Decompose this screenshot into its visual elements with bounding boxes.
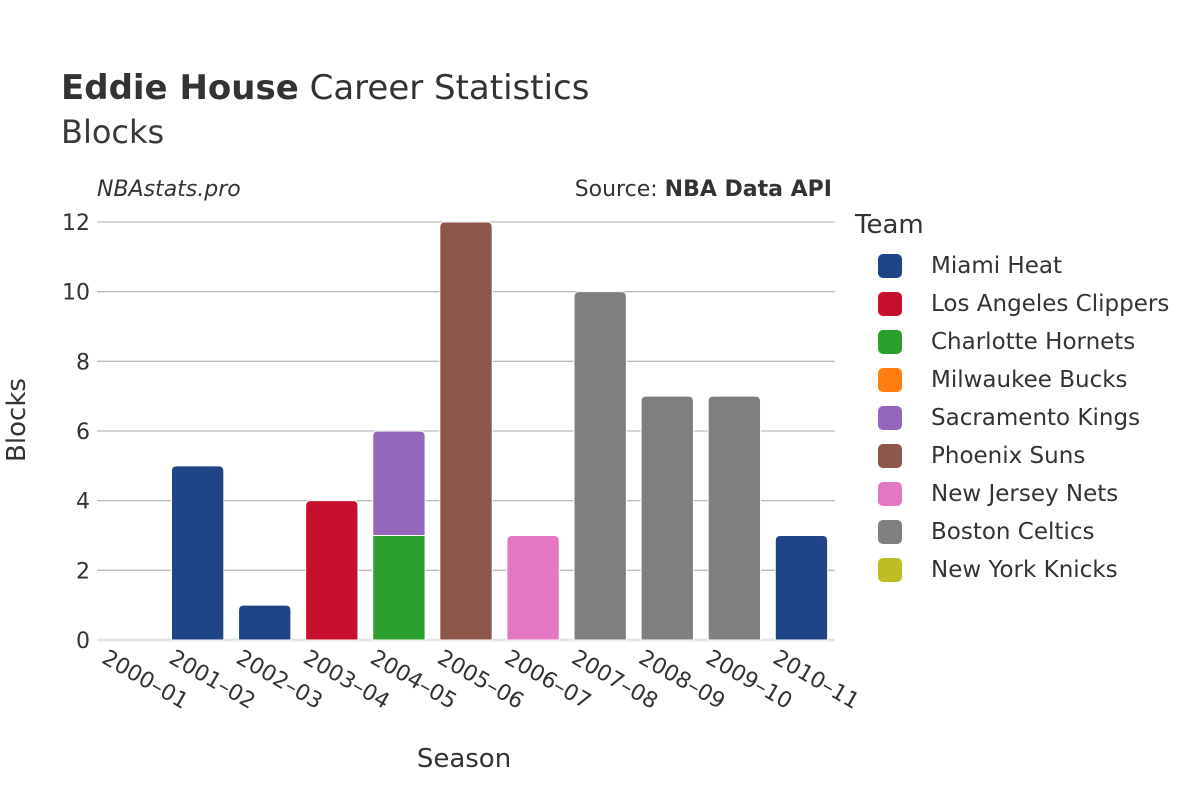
legend-label: New Jersey Nets [931, 481, 1119, 507]
legend-swatch-icon [878, 520, 902, 544]
legend-swatch-icon [878, 406, 902, 430]
y-tick-labels: 0 2 4 6 8 10 12 [62, 211, 90, 654]
legend-item[interactable]: New Jersey Nets [878, 481, 1118, 507]
y-tick-label: 0 [76, 629, 90, 654]
legend-item[interactable]: Phoenix Suns [878, 443, 1085, 469]
y-tick-label: 8 [76, 350, 90, 375]
y-tick-label: 2 [76, 559, 90, 584]
legend-swatch-icon [878, 444, 902, 468]
legend-swatch-icon [878, 254, 902, 278]
legend-swatch-icon [878, 292, 902, 316]
legend-label: Phoenix Suns [931, 443, 1086, 469]
legend-label: Los Angeles Clippers [931, 291, 1170, 317]
legend-swatch-icon [878, 368, 902, 392]
legend-label: New York Knicks [931, 557, 1118, 583]
bar-segment [707, 395, 762, 641]
bar-segment [305, 500, 359, 641]
y-axis-label-text: Blocks [2, 378, 32, 462]
plot-area: 0 2 4 6 8 10 12 2000–012001–022002–032003–0420… [62, 211, 864, 715]
legend-label: Boston Celtics [931, 519, 1095, 545]
x-axis-label: Season [416, 744, 512, 774]
legend-item[interactable]: Charlotte Hornets [878, 329, 1135, 355]
y-tick-label: 12 [62, 211, 90, 236]
legend-item[interactable]: Sacramento Kings [878, 405, 1140, 431]
bar-segment [640, 395, 694, 641]
bar-segment [439, 221, 493, 641]
y-axis-label: Blocks [2, 336, 32, 462]
legend-item[interactable]: Milwaukee Bucks [878, 367, 1128, 393]
legend-swatch-icon [878, 558, 902, 582]
legend-item[interactable]: Boston Celtics [878, 519, 1094, 545]
legend-label: Milwaukee Bucks [931, 367, 1128, 393]
x-tick-labels: 2000–012001–022002–032003–042004–052005–… [98, 646, 864, 715]
legend-title: Team [855, 210, 924, 240]
legend-item[interactable]: New York Knicks [878, 557, 1118, 583]
bar-segment [170, 465, 225, 641]
y-tick-label: 6 [76, 420, 90, 445]
legend-swatch-icon [878, 482, 902, 506]
bar-segment [506, 535, 560, 641]
legend-label: Charlotte Hornets [931, 329, 1136, 355]
bar-segment [774, 535, 829, 641]
legend-item[interactable]: Miami Heat [878, 253, 1062, 279]
legend-swatch-icon [878, 330, 902, 354]
y-tick-label: 10 [62, 281, 90, 306]
legend-label: Sacramento Kings [931, 405, 1141, 431]
legend-label: Miami Heat [931, 253, 1062, 279]
bar-segment [372, 430, 426, 536]
bar-segment [573, 291, 627, 641]
y-tick-label: 4 [76, 490, 90, 515]
legend-item[interactable]: Los Angeles Clippers [878, 291, 1169, 317]
bar-segment [238, 604, 292, 641]
bar-segment [372, 535, 426, 641]
